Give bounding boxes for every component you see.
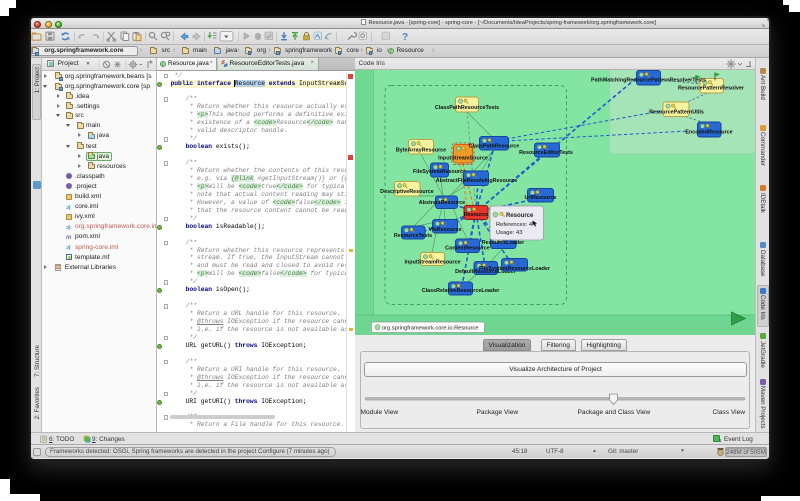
svg-text:Usage: 43: Usage: 43 (496, 230, 522, 236)
svg-text:References: 4: References: 4 (496, 222, 533, 228)
svg-text:FileSystemResourceLoader: FileSystemResourceLoader (478, 266, 550, 272)
svg-text:org.springframework.core.io.Re: org.springframework.core.io.Resource (382, 326, 478, 332)
svg-text:ByteArrayResource: ByteArrayResource (395, 148, 445, 154)
svg-text:InputStreamResource: InputStreamResource (404, 260, 460, 266)
svg-text:Resource: Resource (506, 213, 534, 219)
svg-text:Resource: Resource (463, 212, 488, 218)
svg-text:EncodedResource: EncodedResource (685, 130, 732, 136)
svg-text:ResourceLoader: ResourceLoader (481, 240, 524, 246)
svg-text:FileSystemResource: FileSystemResource (412, 169, 465, 175)
svg-text:PathMatchingResourcePatternRes: PathMatchingResourcePatternResolverTests (591, 78, 706, 84)
svg-text:DescriptiveResource: DescriptiveResource (380, 189, 434, 195)
svg-text:InputStreamSource: InputStreamSource (438, 156, 488, 162)
svg-text:AbstractFileResolvingResource: AbstractFileResolvingResource (435, 178, 516, 184)
svg-text:ResourcePatternUtils: ResourcePatternUtils (649, 110, 704, 116)
svg-text:AbstractResource: AbstractResource (418, 200, 464, 206)
svg-text:UrlResource: UrlResource (524, 195, 556, 201)
svg-text:?: ? (402, 32, 408, 43)
svg-text:VfsResource: VfsResource (428, 227, 461, 233)
svg-text:ClassRelativeResourceLoader: ClassRelativeResourceLoader (421, 288, 500, 294)
svg-text:ClassPathResourceTests: ClassPathResourceTests (434, 105, 498, 111)
svg-text:ResourcePatternResolver: ResourcePatternResolver (678, 86, 745, 92)
svg-text:ContextResource: ContextResource (445, 246, 490, 252)
svg-text:ClassPathResource: ClassPathResource (468, 144, 519, 150)
svg-text:ResourceTests: ResourceTests (393, 233, 431, 239)
svg-text:ResourceEditorTests: ResourceEditorTests (519, 150, 573, 156)
